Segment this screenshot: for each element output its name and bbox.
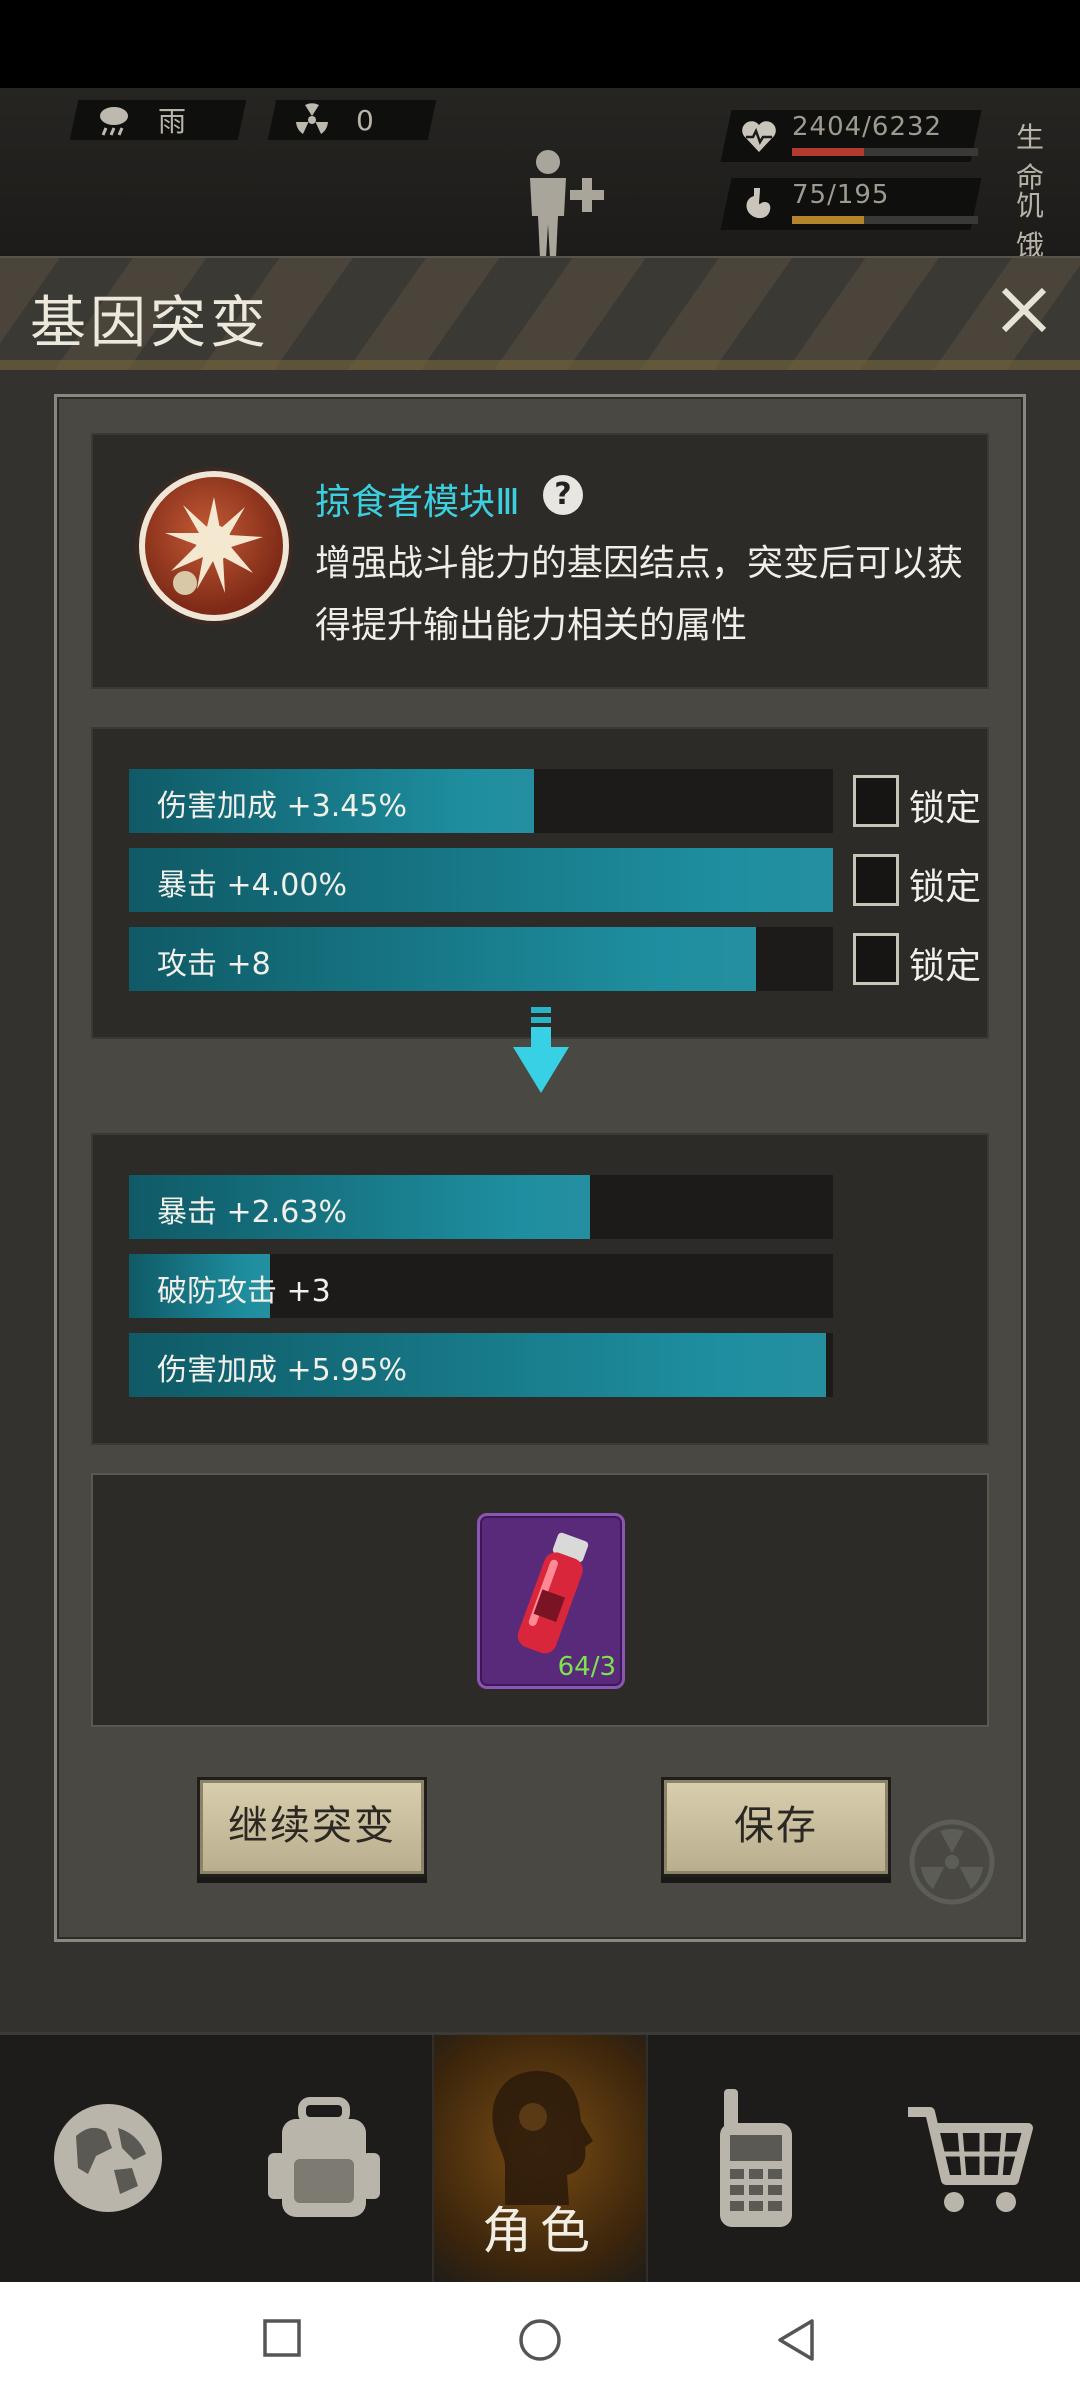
radiation-chip: 0 [267, 100, 437, 140]
close-icon [1001, 287, 1047, 333]
back-triangle-icon [778, 2319, 814, 2361]
current-attr-row: 攻击 +8 [129, 927, 833, 991]
lock-label: 锁定 [909, 867, 982, 908]
item-count: 64/3 [557, 1652, 616, 1682]
health-value: 2404/6232 [792, 112, 943, 142]
tab-map[interactable] [0, 2035, 216, 2285]
gene-info-card: 掠食者模块Ⅲ ? 增强战斗能力的基因结点，突变后可以获得提升输出能力相关的属性 [91, 433, 989, 689]
backpack-icon [264, 2093, 384, 2227]
lock-toggle[interactable]: 锁定 [853, 769, 993, 833]
attr-text: 破防攻击 +3 [157, 1274, 331, 1309]
tab-inventory[interactable] [216, 2035, 432, 2285]
new-attr-row: 伤害加成 +5.95% [129, 1333, 833, 1397]
square-icon [263, 2319, 301, 2357]
lock-toggle[interactable]: 锁定 [853, 848, 993, 912]
stomach-icon [740, 186, 776, 230]
lock-label: 锁定 [909, 946, 982, 987]
item-slot[interactable]: 64/3 [477, 1513, 625, 1689]
save-button[interactable]: 保存 [661, 1777, 891, 1877]
arrow-down-icon [513, 1007, 569, 1101]
bottom-nav: 角色 [0, 2032, 1080, 2285]
weather-chip: 雨 [69, 100, 247, 140]
radiation-watermark-icon [907, 1817, 997, 1911]
new-attr-row: 暴击 +2.63% [129, 1175, 833, 1239]
hunger-value: 75/195 [792, 180, 890, 210]
health-bar [792, 148, 978, 156]
lock-checkbox[interactable] [853, 854, 899, 906]
circle-icon [519, 2319, 561, 2361]
attr-text: 暴击 +2.63% [157, 1195, 347, 1230]
gene-name: 掠食者模块Ⅲ [315, 482, 520, 523]
gene-description: 增强战斗能力的基因结点，突变后可以获得提升输出能力相关的属性 [315, 543, 964, 646]
hunger-label: 饥饿 [1016, 189, 1045, 262]
tab-character-label: 角色 [482, 2202, 598, 2260]
weather-label: 雨 [158, 105, 187, 138]
tab-radio[interactable] [648, 2035, 864, 2285]
radiation-icon [294, 102, 330, 138]
system-navigation-bar [0, 2282, 1080, 2400]
lock-checkbox[interactable] [853, 933, 899, 985]
attr-text: 伤害加成 +3.45% [157, 789, 407, 824]
heart-icon [740, 118, 778, 158]
rain-cloud-icon [96, 102, 132, 138]
walkie-talkie-icon [706, 2083, 806, 2237]
new-attributes-card: 暴击 +2.63% 破防攻击 +3 伤害加成 +5.95% [91, 1133, 989, 1445]
recent-apps-button[interactable] [262, 2318, 302, 2362]
close-button[interactable] [994, 280, 1054, 340]
home-button[interactable] [518, 2318, 562, 2366]
attr-text: 伤害加成 +5.95% [157, 1353, 407, 1388]
gene-mutation-dialog: 基因突变 掠食者模块Ⅲ ? 增强战斗能力的基因结点，突变后可以获得提升输出能力相… [0, 256, 1080, 2032]
character-status-icon[interactable] [520, 148, 620, 264]
current-attr-row: 暴击 +4.00% [129, 848, 833, 912]
lock-toggle[interactable]: 锁定 [853, 927, 993, 991]
item-cost-card: 64/3 [91, 1473, 989, 1727]
hunger-bar [792, 216, 978, 224]
lock-label: 锁定 [909, 788, 982, 829]
dialog-titlebar: 基因突变 [0, 258, 1080, 370]
status-bar [0, 0, 1080, 88]
tab-character[interactable]: 角色 [432, 2035, 648, 2285]
mutation-panel: 掠食者模块Ⅲ ? 增强战斗能力的基因结点，突变后可以获得提升输出能力相关的属性 … [54, 394, 1026, 1942]
attr-text: 攻击 +8 [157, 947, 271, 982]
current-attr-row: 伤害加成 +3.45% [129, 769, 833, 833]
tab-shop[interactable] [864, 2035, 1080, 2285]
new-attr-row: 破防攻击 +3 [129, 1254, 833, 1318]
radiation-value: 0 [356, 103, 374, 137]
hunger-stat: 75/195 饥饿 [720, 178, 1056, 262]
predator-module-icon [139, 471, 289, 621]
health-stat: 2404/6232 生命 [720, 110, 1056, 194]
continue-mutation-button[interactable]: 继续突变 [197, 1777, 427, 1877]
lock-checkbox[interactable] [853, 775, 899, 827]
current-attributes-card: 伤害加成 +3.45% 锁定 暴击 +4.00% 锁定 攻击 +8 锁定 [91, 727, 989, 1039]
dialog-title: 基因突变 [30, 291, 270, 356]
attr-text: 暴击 +4.00% [157, 868, 347, 903]
globe-icon [48, 2098, 168, 2222]
back-button[interactable] [776, 2318, 816, 2366]
help-icon[interactable]: ? [543, 475, 583, 515]
top-hud: 雨 0 2404/6232 生命 75/195 饥饿 [0, 88, 1080, 262]
cart-icon [902, 2098, 1042, 2222]
